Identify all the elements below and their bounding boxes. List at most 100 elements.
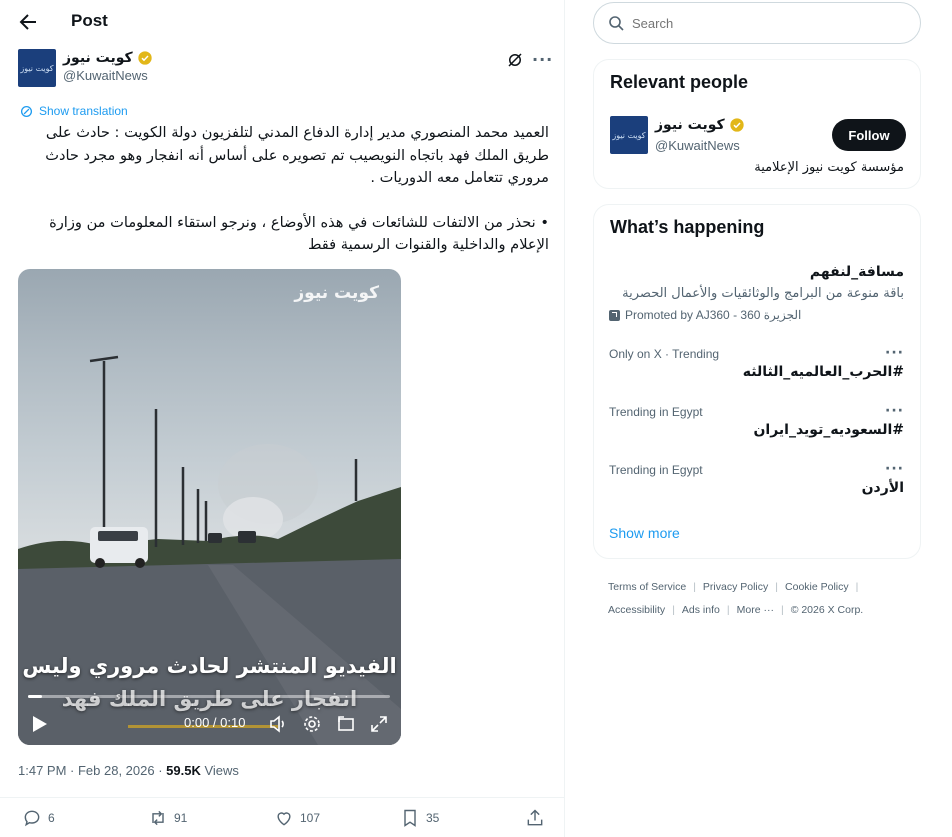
fullscreen-icon[interactable]	[369, 714, 389, 734]
relevant-people-title: Relevant people	[610, 72, 749, 92]
verified-badge-icon	[138, 51, 152, 65]
author-name-row: كويت نيوز	[63, 50, 153, 66]
whats-happening-panel: What’s happening مسافة_لنفهم باقة منوعة …	[593, 204, 921, 559]
avatar-logo-text: كويت نيوز	[612, 130, 646, 140]
relevant-person-bio: مؤسسة كويت نيوز الإعلامية	[754, 160, 904, 175]
share-icon	[527, 809, 543, 826]
translate-icon	[20, 105, 33, 117]
trend-title: الأردن	[861, 480, 904, 496]
post-paragraph: • نحذر من الالتفات للشائعات في هذه الأوض…	[49, 213, 549, 254]
verified-badge-icon	[730, 118, 744, 132]
post-header: Post	[0, 0, 565, 44]
trend-context: Only on X · Trending	[609, 347, 720, 361]
video-time: 0:00 / 0:10	[184, 715, 246, 730]
show-more-link[interactable]: Show more	[609, 525, 680, 541]
post-body: العميد محمد المنصوري مدير إدارة الدفاع ا…	[18, 122, 549, 257]
promoted-by: Promoted by AJ360 - الجزيرة 360	[609, 308, 801, 322]
trend-item[interactable]: Trending in Egypt ··· الأردن	[594, 461, 920, 505]
video-player[interactable]: كويت نيوز الفيديو المنتشر لحادث مروري ول…	[18, 269, 401, 745]
search-bar[interactable]	[593, 2, 921, 44]
ads-info-link[interactable]: Ads info	[682, 604, 720, 616]
like-button[interactable]: 107	[274, 808, 320, 828]
settings-gear-icon[interactable]	[302, 714, 322, 734]
trend-title: #الحرب_العالميه_الثالثه	[742, 364, 904, 380]
author-name[interactable]: كويت نيوز	[63, 50, 133, 66]
more-link[interactable]: More ···	[737, 604, 774, 616]
author-info[interactable]: كويت نيوز @KuwaitNews	[63, 50, 153, 83]
privacy-link[interactable]: Privacy Policy	[703, 581, 768, 593]
play-icon[interactable]	[32, 715, 48, 733]
relevant-person-name: كويت نيوز	[655, 117, 725, 133]
promoted-trend-description: باقة منوعة من البرامج والوثائقيات والأعم…	[622, 286, 904, 301]
heart-icon	[277, 812, 291, 826]
author-avatar[interactable]: كويت نيوز	[18, 49, 56, 87]
trend-item[interactable]: Trending in Egypt ··· #السعوديه_تويد_اير…	[594, 403, 920, 447]
bookmark-icon	[404, 809, 416, 827]
bookmark-button[interactable]: 35	[400, 808, 439, 828]
footer-row: Terms of Service | Privacy Policy | Cookie P…	[608, 576, 908, 599]
grok-icon[interactable]	[506, 51, 524, 69]
copyright: © 2026 X Corp.	[790, 604, 864, 616]
repost-icon	[152, 810, 164, 826]
footer-separator: |	[855, 581, 859, 593]
views-label: Views	[200, 763, 239, 778]
promoted-icon	[609, 309, 620, 321]
post-metadata: 1:47 PM · Feb 28, 2026 · 59.5K Views	[18, 763, 239, 778]
picture-in-picture-icon[interactable]	[336, 714, 356, 734]
trend-context: Trending in Egypt	[609, 463, 703, 477]
more-options-icon[interactable]: ···	[532, 50, 552, 70]
post-paragraph: العميد محمد المنصوري مدير إدارة الدفاع ا…	[45, 124, 549, 186]
reply-count: 6	[48, 811, 55, 825]
more-options-icon[interactable]: ···	[885, 345, 904, 361]
search-icon	[609, 16, 624, 31]
repost-count: 91	[174, 811, 188, 825]
footer-separator: |	[780, 604, 784, 616]
divider	[0, 797, 565, 798]
trend-context: Trending in Egypt	[609, 405, 703, 419]
trend-title: #السعوديه_تويد_ايران	[753, 422, 904, 438]
page-title: Post	[71, 11, 108, 30]
footer-separator: |	[672, 604, 675, 616]
post-timestamp[interactable]: 1:47 PM · Feb 28, 2026 ·	[18, 763, 166, 778]
relevant-people-panel: Relevant people كويت نيوز كويت نيوز @Kuw…	[593, 59, 921, 189]
footer-separator: |	[693, 581, 696, 593]
promoted-trend-title: مسافة_لنفهم	[809, 264, 904, 280]
share-button[interactable]	[525, 808, 545, 828]
show-translation-link[interactable]: Show translation	[20, 104, 128, 118]
promoted-by-label: Promoted by AJ360 - الجزيرة 360	[625, 308, 802, 322]
footer-separator: |	[775, 581, 779, 593]
repost-button[interactable]: 91	[148, 808, 187, 828]
video-caption-line-1: الفيديو المنتشر لحادث مروري وليس	[22, 654, 397, 678]
main-column: Post كويت نيوز كويت نيوز @KuwaitNews ···…	[0, 0, 565, 837]
whats-happening-title: What’s happening	[610, 217, 765, 237]
trend-item[interactable]: Only on X · Trending ··· #الحرب_العالميه…	[594, 345, 920, 389]
author-handle[interactable]: @KuwaitNews	[63, 68, 153, 83]
show-translation-label: Show translation	[39, 104, 128, 118]
bookmark-count: 35	[426, 811, 440, 825]
terms-link[interactable]: Terms of Service	[608, 581, 686, 593]
reply-icon	[24, 810, 40, 827]
like-count: 107	[300, 811, 321, 825]
cookie-link[interactable]: Cookie Policy	[785, 581, 849, 593]
relevant-person-avatar[interactable]: كويت نيوز	[610, 116, 648, 154]
footer-row: Accessibility | Ads info | More ··· | © 2026 X…	[608, 599, 908, 622]
video-caption-line-2: انفجار على طريق الملك فهد	[61, 687, 358, 711]
relevant-person-handle[interactable]: @KuwaitNews	[655, 138, 740, 153]
video-controls: 0:00 / 0:10	[18, 709, 401, 739]
reply-button[interactable]: 6	[22, 808, 55, 828]
post-actions: 6 91 107 35	[0, 808, 565, 834]
footer-links: Terms of Service | Privacy Policy | Cookie P…	[608, 576, 908, 622]
more-options-icon[interactable]: ···	[885, 461, 904, 477]
follow-button[interactable]: Follow	[832, 119, 906, 151]
footer-separator: |	[726, 604, 730, 616]
views-count: 59.5K	[166, 763, 201, 778]
back-arrow-icon[interactable]	[16, 10, 40, 34]
volume-icon[interactable]	[268, 714, 288, 734]
video-watermark-logo: كويت نيوز	[294, 283, 379, 303]
accessibility-link[interactable]: Accessibility	[608, 604, 665, 616]
relevant-person-name-row[interactable]: كويت نيوز	[655, 117, 745, 133]
search-input[interactable]	[632, 15, 892, 31]
more-options-icon[interactable]: ···	[885, 403, 904, 419]
avatar-logo-text: كويت نيوز	[20, 63, 54, 73]
promoted-trend[interactable]: مسافة_لنفهم باقة منوعة من البرامج والوثا…	[594, 261, 920, 327]
